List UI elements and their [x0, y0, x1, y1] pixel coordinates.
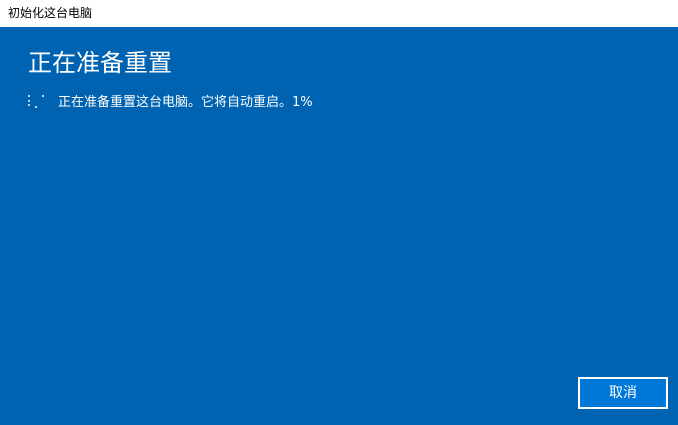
title-bar: 初始化这台电脑 — [0, 0, 678, 27]
reset-pc-window: 初始化这台电脑 正在准备重置 正在准备重置这台电脑。它将自动重启。1% 取消 — [0, 0, 678, 425]
page-title: 正在准备重置 — [28, 49, 172, 77]
reset-status-text: 正在准备重置这台电脑。它将自动重启。1% — [58, 95, 313, 110]
cancel-button[interactable]: 取消 — [578, 377, 668, 409]
loading-spinner-icon — [26, 93, 48, 115]
window-title: 初始化这台电脑 — [8, 6, 93, 20]
reset-progress-panel: 正在准备重置 正在准备重置这台电脑。它将自动重启。1% 取消 — [0, 27, 678, 425]
